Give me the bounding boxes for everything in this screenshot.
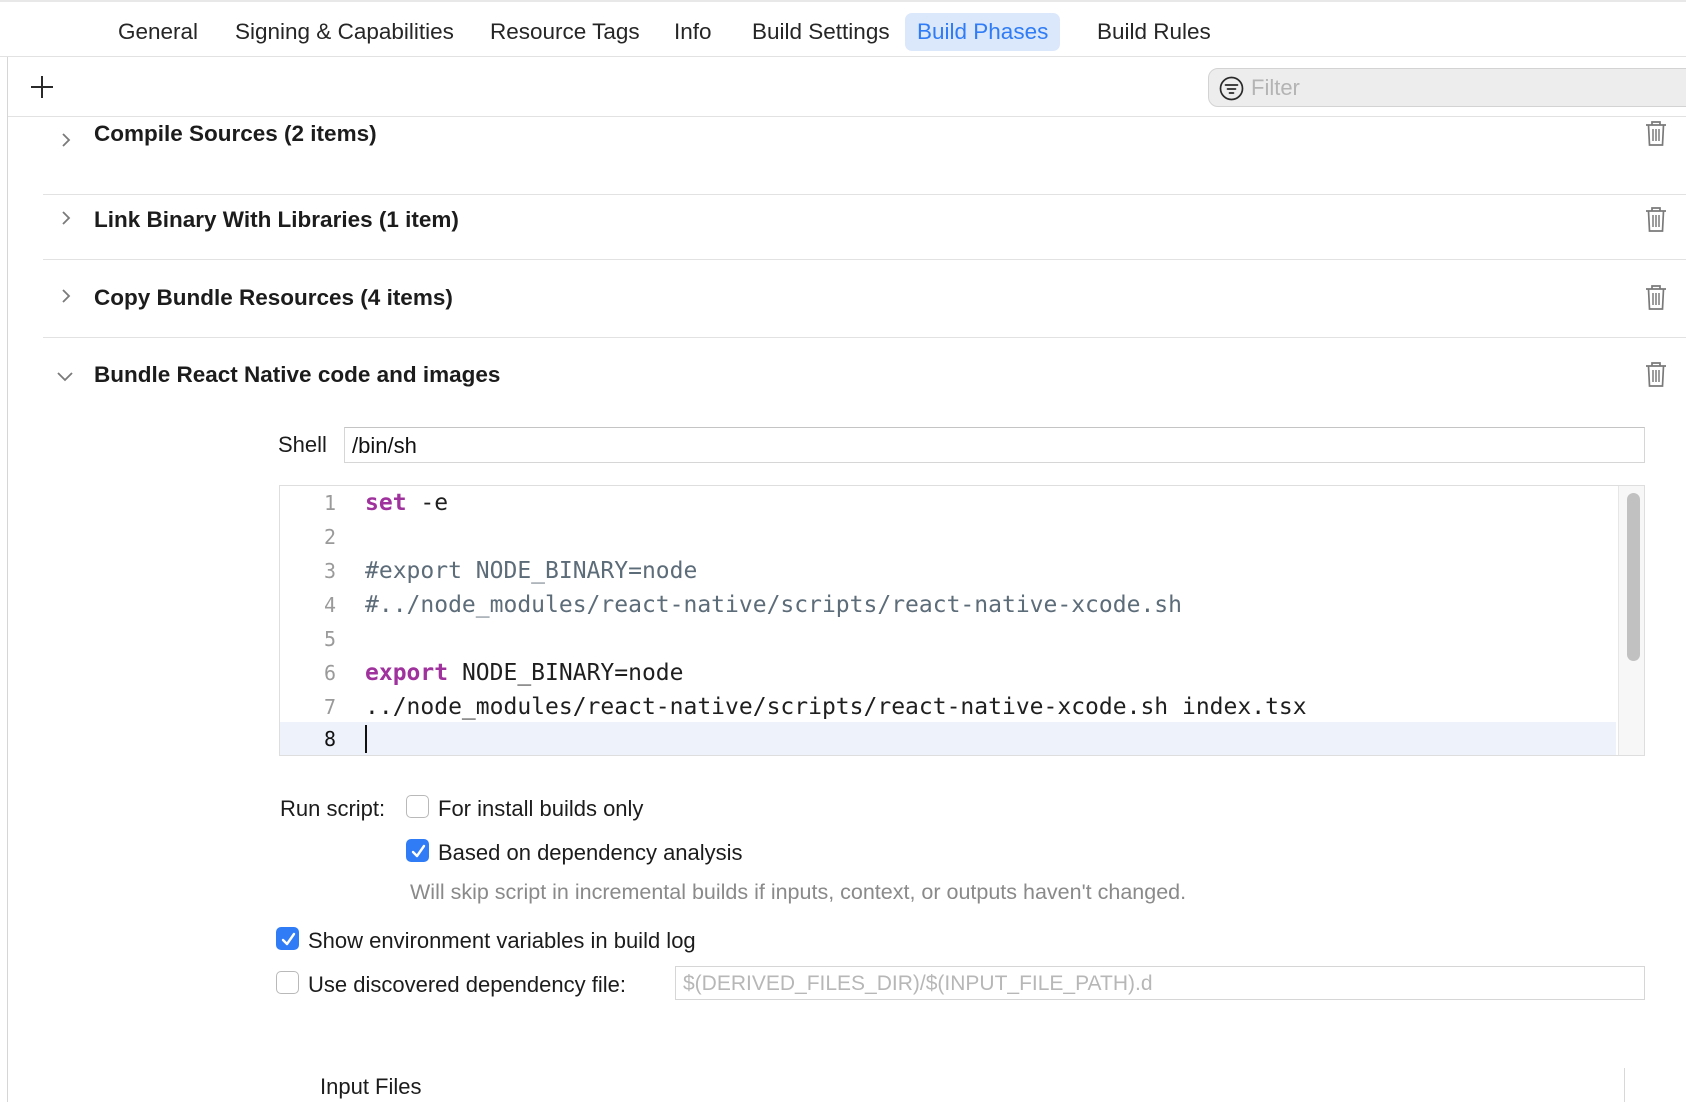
line-number: 6 xyxy=(323,661,336,685)
code-line[interactable]: 6 export NODE_BINARY=node xyxy=(280,656,1616,690)
show-env-checkbox[interactable] xyxy=(276,927,299,950)
dep-file-label[interactable]: Use discovered dependency file: xyxy=(308,972,626,998)
code-keyword: set xyxy=(365,490,407,516)
code-line[interactable]: 7 ../node_modules/react-native/scripts/r… xyxy=(280,690,1616,724)
tab-info[interactable]: Info xyxy=(662,13,724,51)
code-line[interactable]: 3 #export NODE_BINARY=node xyxy=(280,554,1616,588)
dep-file-input[interactable] xyxy=(683,970,1623,997)
chevron-right-icon[interactable] xyxy=(59,211,73,225)
trash-icon[interactable] xyxy=(1644,206,1668,233)
code-rest: -e xyxy=(406,490,449,516)
shell-field[interactable]: /bin/sh xyxy=(344,427,1645,463)
dependency-hint: Will skip script in incremental builds i… xyxy=(410,880,1187,904)
tab-general[interactable]: General xyxy=(106,13,210,51)
chevron-down-icon[interactable] xyxy=(57,369,73,383)
filter-field[interactable] xyxy=(1208,68,1686,107)
phase-bundle-react-native[interactable]: Bundle React Native code and images xyxy=(43,338,1686,416)
phase-title: Copy Bundle Resources (4 items) xyxy=(94,285,453,310)
line-number: 2 xyxy=(323,525,336,549)
phase-link-binary[interactable]: Link Binary With Libraries (1 item) xyxy=(43,182,1686,260)
code-rest: NODE_BINARY=node xyxy=(448,660,684,686)
line-number: 3 xyxy=(323,559,336,583)
chevron-right-icon[interactable] xyxy=(59,289,73,303)
code-text: ../node_modules/react-native/scripts/rea… xyxy=(365,694,1307,720)
trash-icon[interactable] xyxy=(1644,284,1668,311)
phase-title: Bundle React Native code and images xyxy=(94,362,501,387)
code-line[interactable]: 1 set -e xyxy=(280,486,1616,520)
phase-title: Compile Sources (2 items) xyxy=(94,121,377,146)
phases-toolbar xyxy=(8,57,1686,117)
line-number: 5 xyxy=(323,627,336,651)
code-keyword: export xyxy=(365,660,449,686)
show-env-label[interactable]: Show environment variables in build log xyxy=(308,928,696,954)
code-line[interactable]: 4 #../node_modules/react-native/scripts/… xyxy=(280,588,1616,622)
run-script-label: Run script: xyxy=(280,796,386,821)
line-number: 1 xyxy=(323,491,336,515)
phase-copy-bundle-resources[interactable]: Copy Bundle Resources (4 items) xyxy=(43,260,1686,338)
dep-file-field[interactable] xyxy=(675,966,1645,1000)
code-text: export NODE_BINARY=node xyxy=(365,660,684,686)
dep-file-checkbox[interactable] xyxy=(276,971,299,994)
phase-title: Link Binary With Libraries (1 item) xyxy=(94,207,459,232)
plus-icon[interactable] xyxy=(25,69,59,103)
line-number: 7 xyxy=(323,695,336,719)
text-caret xyxy=(365,725,367,753)
install-builds-checkbox[interactable] xyxy=(406,795,429,818)
code-comment: #export NODE_BINARY=node xyxy=(365,558,698,584)
checkmark-icon xyxy=(281,932,296,946)
line-number: 8 xyxy=(323,727,336,751)
filter-input[interactable] xyxy=(1251,71,1671,104)
tab-build-rules[interactable]: Build Rules xyxy=(1085,13,1223,51)
script-editor[interactable]: 1 set -e 2 3 #export NODE_BINARY=node 4 … xyxy=(279,485,1645,756)
code-comment: #../node_modules/react-native/scripts/re… xyxy=(365,592,1182,618)
input-files-label: Input Files xyxy=(320,1074,422,1099)
editor-scrollbar[interactable] xyxy=(1618,486,1644,755)
checkmark-icon xyxy=(411,844,426,858)
left-border xyxy=(7,57,8,1102)
tab-signing-capabilities[interactable]: Signing & Capabilities xyxy=(223,13,466,51)
filter-icon xyxy=(1219,76,1244,101)
shell-label: Shell xyxy=(278,432,327,457)
code-line[interactable]: 2 xyxy=(280,520,1616,554)
install-builds-label[interactable]: For install builds only xyxy=(438,796,643,822)
trash-icon[interactable] xyxy=(1644,361,1668,388)
dependency-analysis-checkbox[interactable] xyxy=(406,839,429,862)
trash-icon[interactable] xyxy=(1644,120,1668,147)
tab-build-settings[interactable]: Build Settings xyxy=(740,13,902,51)
divider xyxy=(1624,1068,1625,1102)
shell-value: /bin/sh xyxy=(352,433,417,458)
dependency-analysis-label[interactable]: Based on dependency analysis xyxy=(438,840,743,866)
tab-build-phases[interactable]: Build Phases xyxy=(905,13,1061,51)
tab-resource-tags[interactable]: Resource Tags xyxy=(478,13,652,51)
code-line-current[interactable]: 8 xyxy=(280,722,1616,755)
code-text: set -e xyxy=(365,490,448,516)
code-line[interactable]: 5 xyxy=(280,622,1616,656)
tab-bar: General Signing & Capabilities Resource … xyxy=(0,0,1686,57)
chevron-right-icon[interactable] xyxy=(59,133,73,147)
line-number: 4 xyxy=(323,593,336,617)
scrollbar-thumb[interactable] xyxy=(1627,493,1640,661)
